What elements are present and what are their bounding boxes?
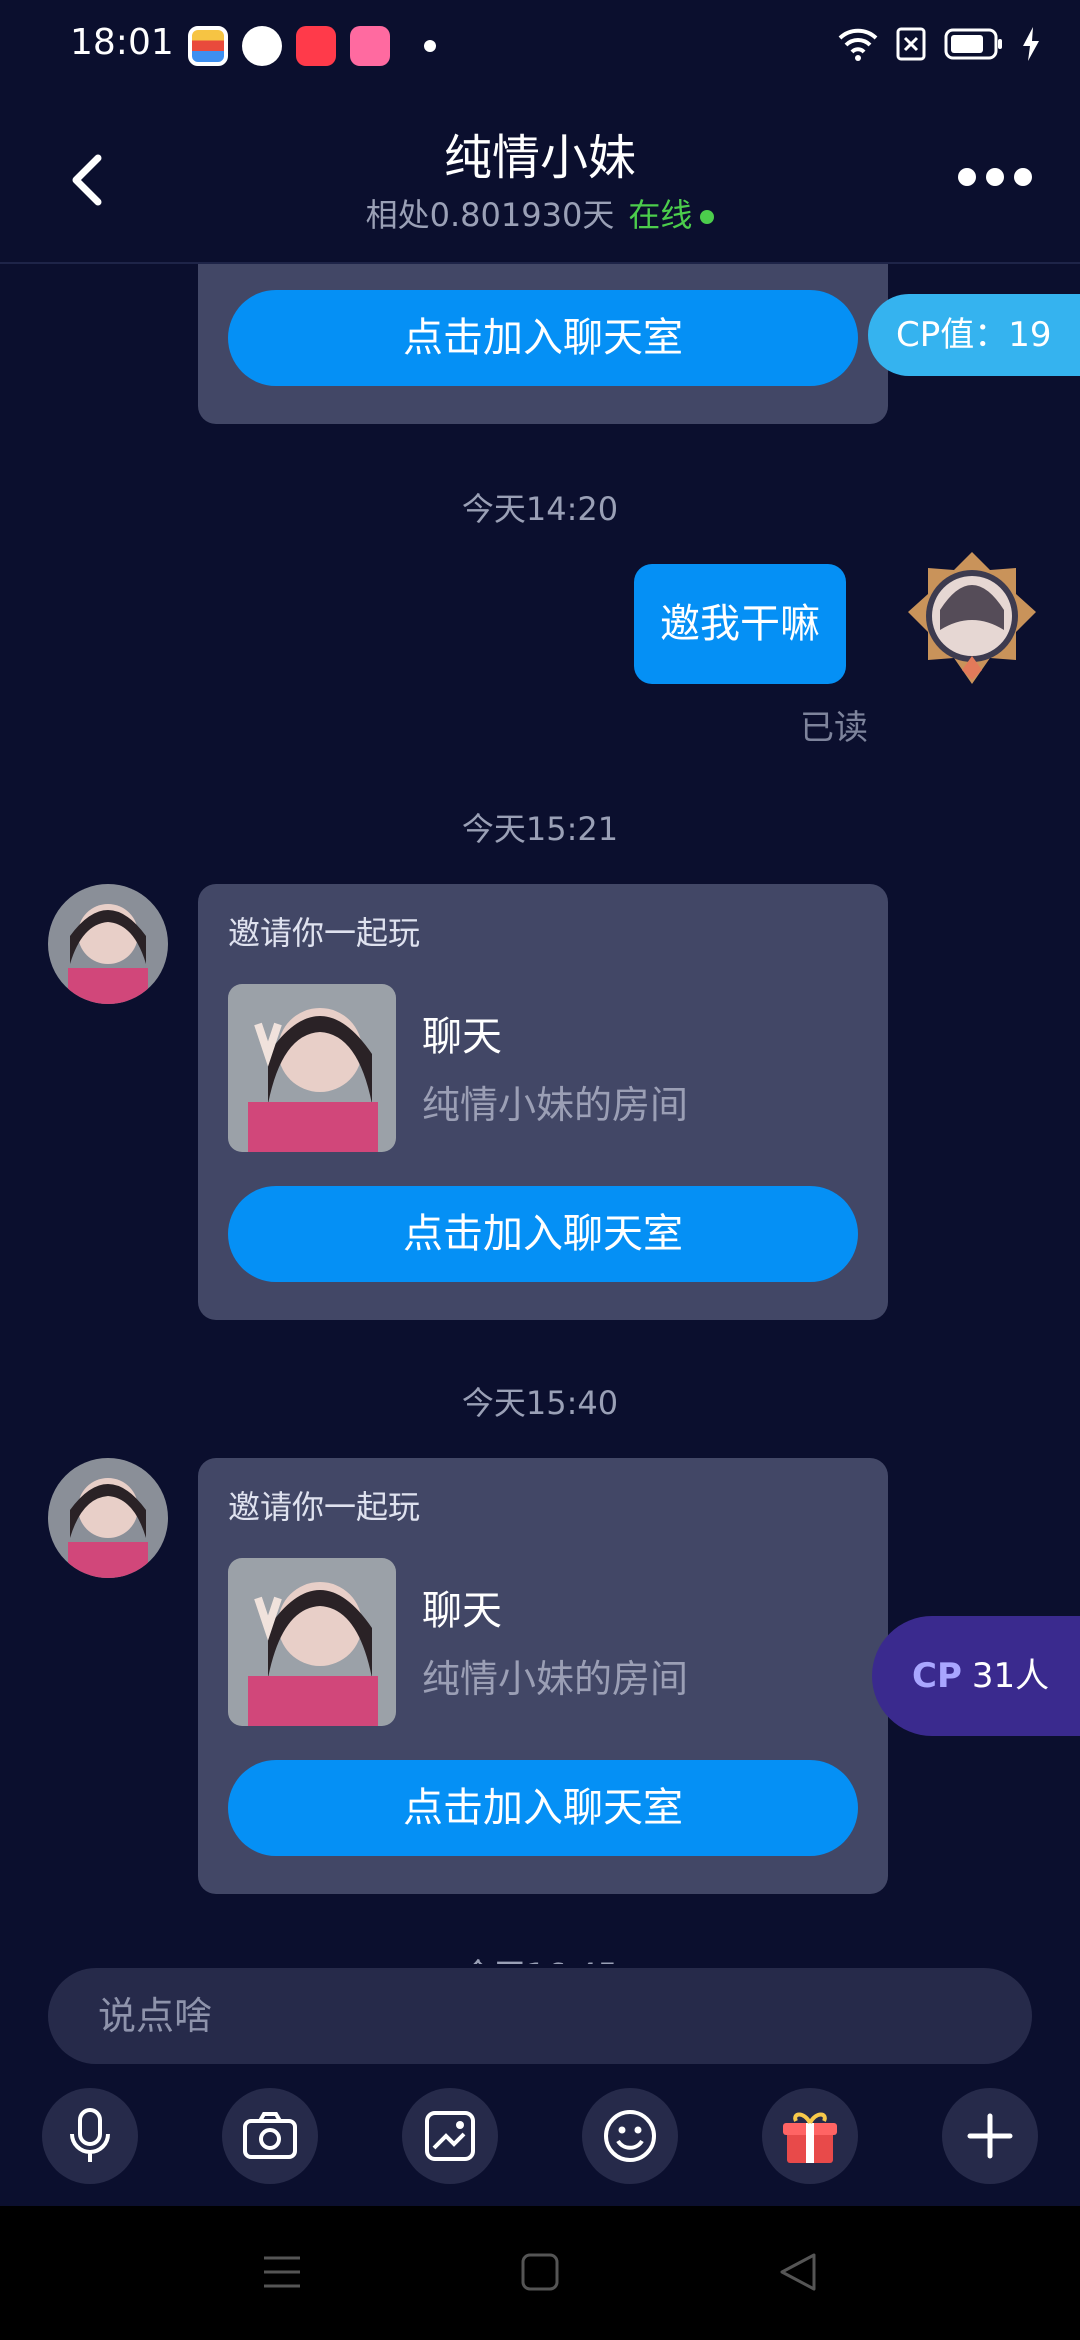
online-dot-icon [700, 210, 715, 224]
online-status: 在线 [628, 196, 693, 234]
more-actions-button[interactable] [942, 2088, 1038, 2184]
contact-name: 纯情小妹 [443, 130, 636, 186]
home-icon[interactable] [520, 2252, 560, 2292]
room-thumbnail [228, 984, 396, 1152]
microphone-icon [70, 2108, 110, 2162]
join-chatroom-button[interactable]: 点击加入聊天室 [228, 1186, 858, 1282]
more-dot-icon [986, 168, 1004, 186]
cp-people-badge[interactable]: CP 31人 [872, 1616, 1080, 1736]
join-chatroom-button[interactable]: 点击加入聊天室 [228, 1760, 858, 1856]
invite-card-partial: 点击加入聊天室 [198, 264, 888, 424]
plus-icon [967, 2113, 1013, 2159]
wifi-icon [838, 28, 878, 61]
relationship-status: 相处0.801930天 在线 [0, 190, 1080, 236]
room-thumbnail [228, 1558, 396, 1726]
menu-icon[interactable] [262, 2252, 302, 2292]
sim-off-icon [896, 27, 926, 61]
more-options-button[interactable] [958, 168, 1032, 186]
my-avatar[interactable] [904, 550, 1040, 686]
video-app-icon [296, 26, 336, 66]
camera-button[interactable] [222, 2088, 318, 2184]
battery-icon [944, 28, 1002, 60]
together-days: 相处0.801930天 [365, 196, 615, 234]
emoji-button[interactable] [582, 2088, 678, 2184]
more-notifications-dot [424, 40, 436, 52]
cp-value-badge[interactable]: CP值：19 [868, 294, 1080, 376]
invite-header: 邀请你一起玩 [228, 914, 421, 952]
status-bar: 18:01 [0, 0, 1080, 96]
image-icon [425, 2111, 475, 2161]
back-nav-icon[interactable] [778, 2252, 818, 2292]
image-button[interactable] [402, 2088, 498, 2184]
gift-icon [783, 2112, 837, 2163]
voice-button[interactable] [42, 2088, 138, 2184]
system-navigation-bar [0, 2206, 1080, 2340]
gift-button[interactable] [762, 2088, 858, 2184]
wechat-icon [242, 26, 282, 66]
my-message-bubble[interactable]: 邀我干嘛 [634, 564, 846, 684]
camera-icon [243, 2112, 297, 2159]
message-input[interactable]: 说点啥 [48, 1968, 1032, 2064]
wallet-app-icon [188, 26, 228, 66]
contact-avatar[interactable] [48, 1458, 168, 1578]
more-dot-icon [1014, 168, 1032, 186]
emoji-icon [604, 2110, 656, 2162]
game-invite-card[interactable]: 邀请你一起玩 聊天 纯情小妹的房间 点击加入聊天室 [198, 1458, 888, 1894]
input-toolbar [0, 2088, 1080, 2200]
read-receipt: 已读 [800, 708, 868, 748]
status-time: 18:01 [70, 22, 174, 63]
cp-label: CP [912, 1656, 962, 1696]
room-name: 纯情小妹的房间 [422, 1657, 689, 1701]
timestamp: 今天15:21 [461, 810, 619, 848]
game-invite-card[interactable]: 邀请你一起玩 聊天 纯情小妹的房间 点击加入聊天室 [198, 884, 888, 1320]
timestamp: 今天16:45 [0, 1950, 1080, 1964]
game-app-icon [350, 26, 390, 66]
room-name: 纯情小妹的房间 [422, 1083, 689, 1127]
invite-header: 邀请你一起玩 [228, 1488, 421, 1526]
contact-avatar[interactable] [48, 884, 168, 1004]
cp-count: 31人 [971, 1656, 1050, 1696]
charging-icon [1023, 27, 1039, 61]
more-dot-icon [958, 168, 976, 186]
chat-header: 纯情小妹 相处0.801930天 在线 [0, 96, 1080, 264]
join-chatroom-button[interactable]: 点击加入聊天室 [228, 290, 858, 386]
room-type: 聊天 [422, 1588, 502, 1634]
timestamp: 今天15:40 [461, 1384, 619, 1422]
room-type: 聊天 [422, 1014, 502, 1060]
timestamp: 今天14:20 [461, 490, 619, 528]
notification-icons [188, 26, 436, 66]
system-status [838, 26, 1040, 62]
